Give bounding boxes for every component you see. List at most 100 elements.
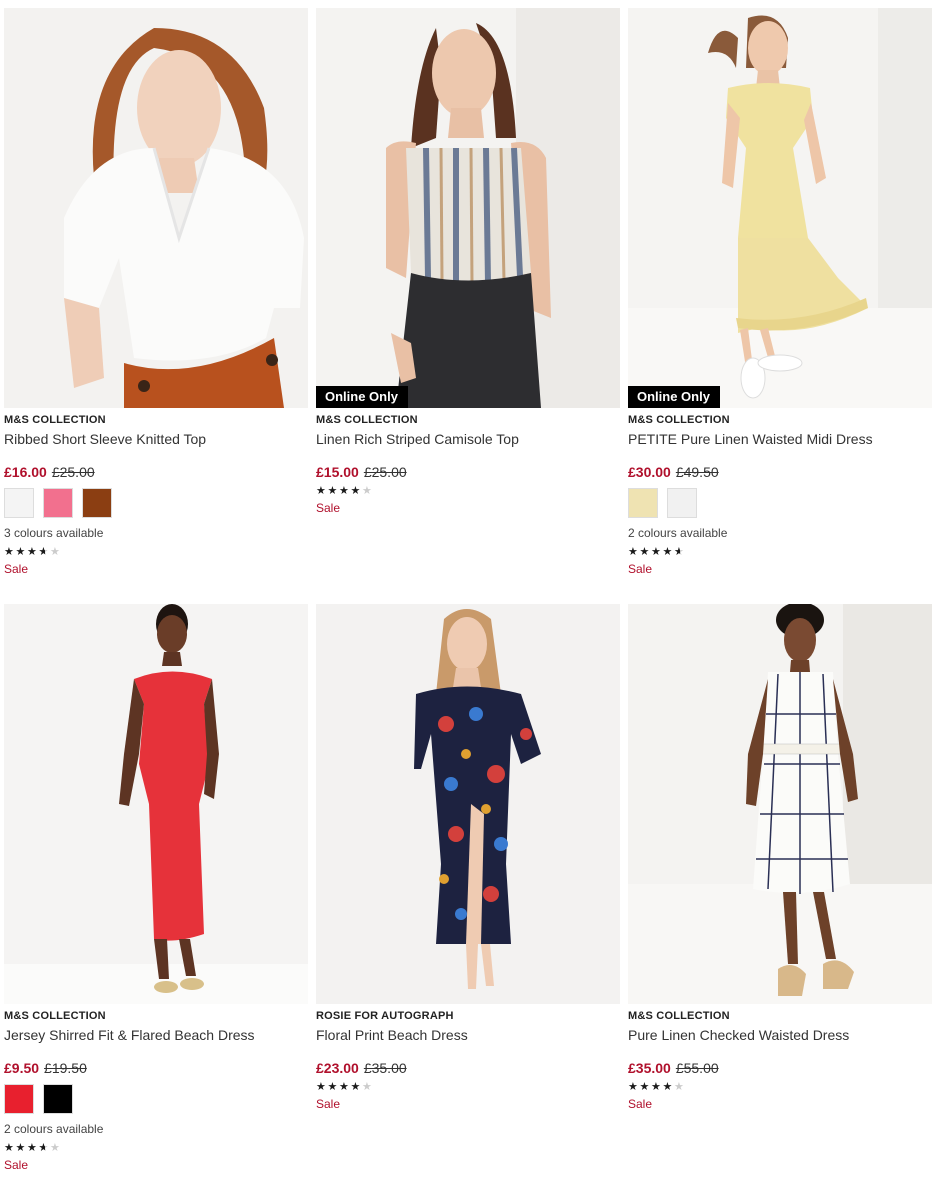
star-icon: ★ (362, 1081, 372, 1093)
star-icon: ★ (350, 1081, 361, 1093)
product-title[interactable]: Linen Rich Striped Camisole Top (316, 430, 620, 448)
star-icon: ★ (651, 1081, 661, 1093)
star-icon: ★ (339, 485, 349, 497)
star-icon: ★ (628, 1081, 638, 1093)
star-icon: ★ (674, 547, 685, 559)
colour-swatch[interactable] (82, 488, 112, 518)
star-rating: ★ ★ ★ ★ ★ (316, 1082, 620, 1093)
sale-label: Sale (4, 1158, 29, 1172)
product-card[interactable]: M&S COLLECTION Pure Linen Checked Waiste… (628, 604, 932, 1112)
product-title[interactable]: Floral Print Beach Dress (316, 1026, 620, 1044)
star-icon: ★ (50, 1142, 60, 1154)
star-icon: ★ (327, 485, 338, 497)
price-was: £19.50 (44, 1060, 87, 1076)
colour-swatch[interactable] (43, 488, 73, 518)
price-was: £25.00 (51, 464, 95, 480)
star-rating: ★ ★ ★ ★ ★ (316, 486, 620, 497)
colour-swatches (628, 488, 932, 518)
product-price: £23.00 £35.00 (316, 1060, 620, 1077)
product-title[interactable]: Pure Linen Checked Waisted Dress (628, 1026, 932, 1044)
star-icon: ★ (39, 1143, 50, 1155)
product-card[interactable]: Online Only M&S COLLECTION Linen Rich St… (316, 8, 620, 516)
colour-swatch[interactable] (43, 1084, 73, 1114)
star-icon: ★ (15, 1142, 26, 1154)
product-card[interactable]: M&S COLLECTION Jersey Shirred Fit & Flar… (4, 604, 308, 1173)
product-brand: M&S COLLECTION (4, 1010, 106, 1022)
product-image[interactable] (316, 604, 620, 1004)
colours-available: 2 colours available (4, 1122, 104, 1136)
sale-label: Sale (4, 562, 29, 576)
colour-swatch[interactable] (667, 488, 697, 518)
colour-swatch[interactable] (4, 1084, 34, 1114)
product-photo (628, 8, 932, 408)
product-price: £9.50 £19.50 (4, 1060, 308, 1077)
product-brand: M&S COLLECTION (628, 1010, 730, 1022)
product-photo (4, 8, 308, 408)
product-image[interactable] (4, 604, 308, 1004)
product-image[interactable]: Online Only (628, 8, 932, 408)
product-brand: M&S COLLECTION (316, 414, 418, 426)
star-icon: ★ (15, 546, 26, 558)
star-icon: ★ (628, 546, 638, 558)
product-title[interactable]: PETITE Pure Linen Waisted Midi Dress (628, 430, 932, 448)
star-icon: ★ (662, 546, 673, 558)
star-icon: ★ (4, 546, 14, 558)
product-brand: ROSIE FOR AUTOGRAPH (316, 1010, 454, 1022)
star-icon: ★ (27, 546, 37, 558)
product-price: £16.00 £25.00 (4, 464, 308, 481)
price-was: £35.00 (363, 1060, 407, 1076)
product-card[interactable]: M&S COLLECTION Ribbed Short Sleeve Knitt… (4, 8, 308, 577)
online-only-badge: Online Only (316, 386, 408, 408)
star-icon: ★ (316, 1081, 326, 1093)
product-photo (316, 8, 620, 408)
colour-swatch[interactable] (4, 488, 34, 518)
star-icon: ★ (339, 1081, 349, 1093)
star-icon: ★ (39, 547, 50, 559)
star-icon: ★ (50, 546, 60, 558)
star-icon: ★ (316, 485, 326, 497)
product-card[interactable]: ROSIE FOR AUTOGRAPH Floral Print Beach D… (316, 604, 620, 1112)
sale-label: Sale (316, 501, 341, 515)
price-now: £35.00 (628, 1060, 671, 1076)
star-icon: ★ (27, 1142, 37, 1154)
star-rating: ★ ★ ★ ★ ★ (628, 1082, 932, 1093)
colours-available: 3 colours available (4, 526, 104, 540)
star-icon: ★ (327, 1081, 338, 1093)
sale-label: Sale (628, 1097, 653, 1111)
product-image[interactable]: Online Only (316, 8, 620, 408)
colour-swatches (4, 1084, 308, 1114)
star-icon: ★ (362, 485, 372, 497)
colour-swatches (4, 488, 308, 518)
price-now: £9.50 (4, 1060, 40, 1076)
product-brand: M&S COLLECTION (4, 414, 106, 426)
star-icon: ★ (350, 485, 361, 497)
product-price: £35.00 £55.00 (628, 1060, 932, 1077)
colour-swatch[interactable] (628, 488, 658, 518)
product-brand: M&S COLLECTION (628, 414, 730, 426)
price-now: £15.00 (316, 464, 359, 480)
product-image[interactable] (4, 8, 308, 408)
product-image[interactable] (628, 604, 932, 1004)
product-photo (4, 604, 308, 1004)
product-price: £30.00 £49.50 (628, 464, 932, 481)
star-rating: ★ ★ ★ ★ ★ (4, 1142, 308, 1155)
product-title[interactable]: Ribbed Short Sleeve Knitted Top (4, 430, 308, 448)
star-icon: ★ (674, 1081, 684, 1093)
product-title[interactable]: Jersey Shirred Fit & Flared Beach Dress (4, 1026, 308, 1044)
star-rating: ★ ★ ★ ★ ★ (4, 546, 308, 559)
sale-label: Sale (628, 562, 653, 576)
price-now: £30.00 (628, 464, 671, 480)
product-card[interactable]: Online Only M&S COLLECTION PETITE Pure L… (628, 8, 932, 577)
product-photo (628, 604, 932, 1004)
product-photo (316, 604, 620, 1004)
star-icon: ★ (639, 1081, 650, 1093)
colours-available: 2 colours available (628, 526, 728, 540)
star-icon: ★ (651, 546, 661, 558)
price-now: £23.00 (316, 1060, 359, 1076)
star-icon: ★ (4, 1142, 14, 1154)
star-icon: ★ (662, 1081, 673, 1093)
price-was: £49.50 (675, 464, 719, 480)
price-was: £25.00 (363, 464, 407, 480)
product-price: £15.00 £25.00 (316, 464, 620, 481)
online-only-badge: Online Only (628, 386, 720, 408)
